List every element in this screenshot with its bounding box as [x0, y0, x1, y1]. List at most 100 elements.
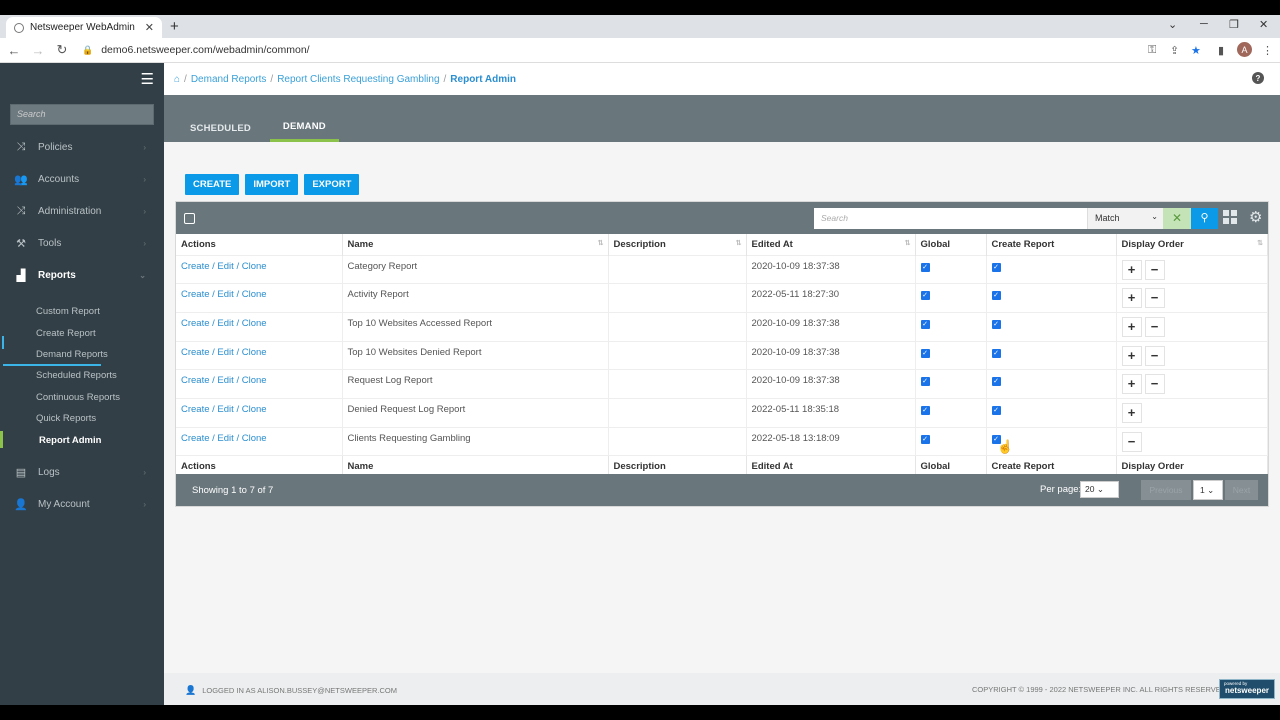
table-search-input[interactable]: Search — [814, 208, 1087, 229]
row-actions-links[interactable]: Create / Edit / Clone — [176, 426, 343, 456]
global-checkbox[interactable]: ✓ — [920, 405, 930, 415]
nav-administration[interactable]: ⤨ Administration › — [0, 195, 164, 227]
minimize-icon[interactable]: ─ — [1200, 18, 1208, 30]
row-create-report: ✓ — [986, 283, 1117, 313]
nav-reports[interactable]: ▟ Reports ⌄ — [0, 259, 164, 291]
maximize-icon[interactable]: ❐ — [1229, 18, 1239, 31]
column-header-display-order[interactable]: Display Order ⇅ — [1116, 234, 1268, 255]
create-report-checkbox[interactable]: ✓ — [991, 405, 1001, 415]
back-icon[interactable]: ← — [4, 43, 24, 58]
subnav-create-report[interactable]: Create Report — [0, 322, 164, 343]
bookmark-star-icon[interactable]: ★ — [1191, 44, 1201, 57]
global-checkbox[interactable]: ✓ — [920, 434, 930, 444]
previous-button[interactable]: Previous — [1141, 480, 1191, 500]
row-actions-links[interactable]: Create / Edit / Clone — [176, 397, 343, 428]
sidebar-search-input[interactable]: Search — [10, 104, 154, 125]
move-up-button[interactable]: + — [1121, 345, 1142, 366]
move-down-button[interactable]: − — [1144, 316, 1165, 337]
subnav-continuous-reports[interactable]: Continuous Reports — [0, 387, 164, 408]
row-create-report: ✓ — [986, 340, 1117, 370]
url-field[interactable]: 🔒 demo6.netsweeper.com/webadmin/common/ — [82, 44, 310, 56]
per-page-select[interactable]: 20 ⌄ — [1080, 481, 1119, 498]
export-button[interactable]: EXPORT — [304, 174, 360, 195]
move-down-button[interactable]: − — [1121, 431, 1142, 452]
create-report-checkbox[interactable]: ✓ — [991, 377, 1001, 387]
per-page-label: Per page: — [1040, 484, 1082, 495]
row-display-order: − — [1116, 426, 1268, 456]
subnav-scheduled-reports[interactable]: Scheduled Reports — [0, 365, 164, 386]
create-button[interactable]: CREATE — [185, 174, 240, 195]
row-actions-links[interactable]: Create / Edit / Clone — [176, 340, 343, 370]
grid-view-icon[interactable] — [1223, 210, 1238, 224]
forward-icon[interactable]: → — [28, 43, 48, 58]
subnav-report-admin[interactable]: Report Admin — [0, 429, 164, 450]
clear-search-icon[interactable]: ✕ — [1163, 208, 1191, 229]
side-panel-icon[interactable]: ▮ — [1218, 44, 1224, 57]
tools-icon: ⚒ — [16, 237, 26, 250]
column-header-edited-at[interactable]: Edited At ⇅ — [746, 234, 916, 255]
help-icon[interactable]: ? — [1252, 72, 1264, 84]
new-tab-icon[interactable]: + — [170, 18, 179, 35]
page-select[interactable]: 1 ⌄ — [1193, 480, 1223, 500]
row-actions-links[interactable]: Create / Edit / Clone — [176, 311, 343, 342]
move-down-button[interactable]: − — [1144, 374, 1165, 395]
move-up-button[interactable]: + — [1121, 374, 1142, 395]
move-down-button[interactable]: − — [1144, 288, 1165, 309]
next-button[interactable]: Next — [1225, 480, 1258, 500]
subnav-quick-reports[interactable]: Quick Reports — [0, 408, 164, 429]
nav-logs[interactable]: ▤ Logs › — [0, 457, 164, 489]
column-header-name[interactable]: Name ⇅ — [342, 234, 609, 255]
create-report-checkbox[interactable]: ✓ — [991, 262, 1001, 272]
move-up-button[interactable]: + — [1121, 259, 1142, 280]
home-icon[interactable]: ⌂ — [174, 74, 180, 85]
browser-tab[interactable]: Netsweeper WebAdmin ✕ — [6, 17, 162, 38]
tab-demand[interactable]: DEMAND — [269, 114, 339, 142]
nav-tools[interactable]: ⚒ Tools › — [0, 227, 164, 259]
move-up-button[interactable]: + — [1121, 402, 1142, 423]
tab-strip: SCHEDULED DEMAND — [164, 95, 1280, 142]
move-up-button[interactable]: + — [1121, 316, 1142, 337]
close-tab-icon[interactable]: ✕ — [145, 21, 154, 34]
create-report-checkbox[interactable]: ✓ — [991, 319, 1001, 329]
gear-icon[interactable]: ⚙ — [1249, 208, 1262, 226]
match-select[interactable]: Match ⌄ — [1087, 208, 1163, 229]
breadcrumb-demand-reports[interactable]: Demand Reports — [191, 74, 267, 85]
key-icon[interactable]: ⚿ — [1148, 44, 1156, 57]
subnav-custom-report[interactable]: Custom Report — [0, 301, 164, 322]
subnav-demand-reports[interactable]: Demand Reports — [0, 335, 164, 367]
hamburger-menu-icon[interactable]: ☰ — [141, 70, 154, 88]
breadcrumb-current: Report Admin — [450, 73, 517, 85]
create-report-checkbox[interactable]: ✓ — [991, 291, 1001, 301]
close-window-icon[interactable]: ✕ — [1259, 18, 1268, 31]
column-header-description[interactable]: Description ⇅ — [608, 234, 747, 255]
nav-policies[interactable]: ⤨ Policies › — [0, 131, 164, 163]
import-button[interactable]: IMPORT — [245, 174, 299, 195]
nav-accounts[interactable]: 👥 Accounts › — [0, 163, 164, 195]
row-actions-links[interactable]: Create / Edit / Clone — [176, 254, 343, 284]
nav-my-account[interactable]: 👤 My Account › — [0, 489, 164, 521]
global-checkbox[interactable]: ✓ — [920, 348, 930, 358]
search-icon[interactable]: ⚲ — [1191, 208, 1218, 229]
sort-icon: ⇅ — [1257, 240, 1263, 247]
global-checkbox[interactable]: ✓ — [920, 291, 930, 301]
global-checkbox[interactable]: ✓ — [920, 319, 930, 329]
row-create-report: ✓ — [986, 311, 1117, 342]
move-down-button[interactable]: − — [1144, 259, 1165, 280]
global-checkbox[interactable]: ✓ — [920, 377, 930, 387]
row-actions-links[interactable]: Create / Edit / Clone — [176, 283, 343, 313]
row-description — [608, 283, 747, 313]
breadcrumb-report-clients[interactable]: Report Clients Requesting Gambling — [277, 74, 439, 85]
share-icon[interactable]: ⇪ — [1170, 44, 1179, 57]
profile-avatar[interactable]: A — [1237, 42, 1252, 57]
select-all-checkbox[interactable] — [184, 213, 195, 224]
table-row: Create / Edit / Clone Category Report 2020… — [176, 254, 1268, 284]
move-down-button[interactable]: − — [1144, 345, 1165, 366]
global-checkbox[interactable]: ✓ — [920, 262, 930, 272]
move-up-button[interactable]: + — [1121, 288, 1142, 309]
tab-scheduled[interactable]: SCHEDULED — [177, 114, 264, 142]
row-actions-links[interactable]: Create / Edit / Clone — [176, 369, 343, 399]
tab-search-icon[interactable]: ⌄ — [1168, 18, 1177, 31]
reload-icon[interactable]: ↻ — [52, 42, 72, 58]
create-report-checkbox[interactable]: ✓ — [991, 348, 1001, 358]
browser-menu-icon[interactable]: ⋮ — [1262, 44, 1273, 57]
